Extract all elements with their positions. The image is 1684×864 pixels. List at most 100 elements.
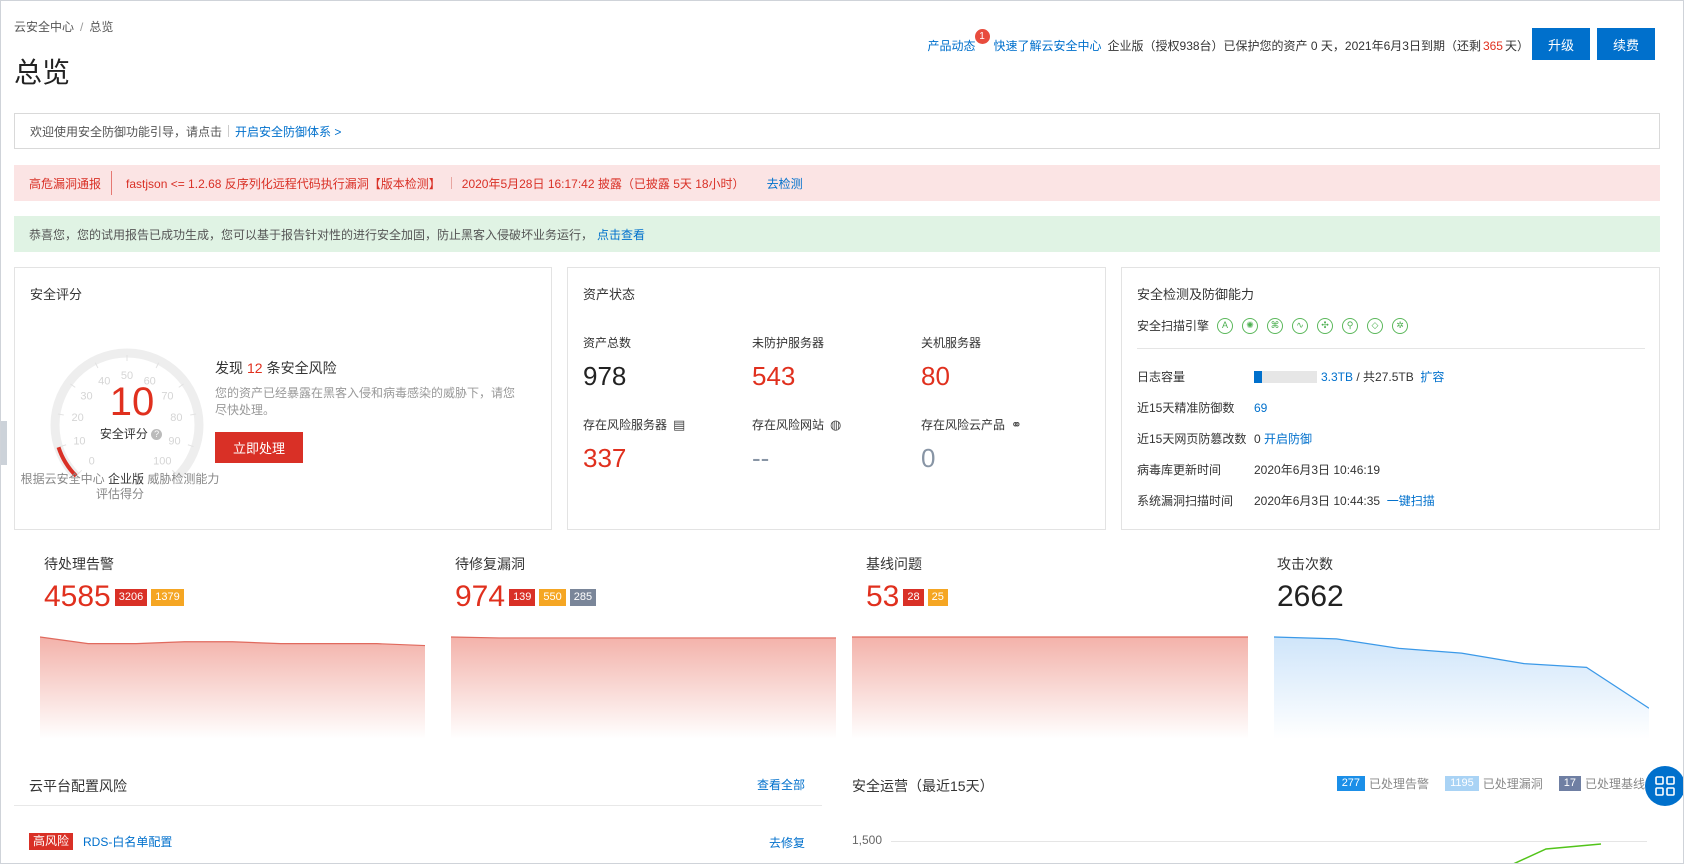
engine-icons: A ✺ ⌘ ∿ ✣ ⚲ ◇ ✲	[1217, 317, 1409, 334]
side-collapse-handle[interactable]	[1, 421, 7, 465]
asset-label: 未防护服务器	[752, 336, 825, 350]
asset-value: 0	[921, 443, 936, 473]
asset-risk-servers[interactable]: 存在风险服务器 ▤ 337	[583, 416, 685, 474]
vuln-title[interactable]: fastjson <= 1.2.68 反序列化远程代码执行漏洞【版本检测】	[126, 175, 441, 192]
asset-risk-cloud[interactable]: 存在风险云产品 ⚭ 0	[921, 416, 1022, 474]
legend-num: 1195	[1445, 776, 1479, 791]
asset-value: 80	[921, 361, 950, 391]
legend-alerts[interactable]: 277 已处理告警	[1336, 775, 1430, 792]
stat-baseline-issues[interactable]: 基线问题 53 28 25	[866, 554, 948, 614]
config-divider	[14, 805, 822, 806]
one-click-scan-link[interactable]: 一键扫描	[1387, 492, 1435, 509]
stat-value: 2662	[1277, 580, 1344, 613]
vuln-detect-link[interactable]: 去检测	[767, 175, 803, 192]
stat-label: 攻击次数	[1277, 556, 1333, 572]
stat-value: 53	[866, 580, 900, 613]
asset-shutdown[interactable]: 关机服务器 80	[921, 334, 981, 392]
gauge-tick-label: 100	[153, 455, 171, 467]
ops-y-tick: 1,500	[852, 833, 883, 847]
score-label-wrap: 安全评分 ?	[81, 425, 181, 442]
asset-label: 资产总数	[583, 336, 632, 350]
asset-label-wrap: 存在风险服务器 ▤	[583, 416, 685, 433]
config-item-name[interactable]: RDS-白名单配置	[83, 833, 172, 850]
severity-tag-medium: 1379	[151, 588, 184, 606]
baseline-sparkline-area	[852, 637, 1248, 739]
virus-icon[interactable]: ✺	[1242, 317, 1259, 334]
open-defense-link[interactable]: 开启安全防御体系 >	[235, 123, 341, 140]
guide-bar: 欢迎使用安全防御功能引导，请点击 开启安全防御体系 >	[14, 113, 1660, 149]
page: 云安全中心 / 总览 总览 产品动态 1 快速了解云安全中心 企业版（授权938台）已…	[0, 0, 1684, 864]
config-risk-title: 云平台配置风险	[29, 778, 127, 794]
vuln-alert-bar: 高危漏洞通报 fastjson <= 1.2.68 反序列化远程代码执行漏洞【版…	[14, 165, 1660, 201]
risk-level-badge: 高风险	[29, 833, 74, 850]
product-news-link[interactable]: 产品动态 1	[927, 29, 990, 54]
vulns-sparkline-area	[451, 637, 836, 739]
tamper-value: 0	[1254, 431, 1261, 446]
foot-line2: 评估得分	[95, 487, 144, 501]
risk-suffix: 条安全风险	[266, 360, 337, 376]
gauge-tick-label: 0	[89, 455, 95, 467]
question-icon[interactable]: ?	[151, 429, 163, 441]
detection-capability-card: 安全检测及防御能力 安全扫描引擎 A ✺ ⌘ ∿ ✣ ⚲ ◇ ✲ 日志容量 3.…	[1121, 267, 1660, 530]
search-icon[interactable]: ⚲	[1342, 317, 1359, 334]
renew-button[interactable]: 续费	[1597, 28, 1655, 60]
wave-icon[interactable]: ∿	[1292, 317, 1309, 334]
stat-value: 4585	[44, 580, 111, 613]
legend-label: 已处理告警	[1369, 777, 1430, 791]
virus-label: 病毒库更新时间	[1137, 463, 1222, 477]
legend-vulns[interactable]: 1195 已处理漏洞	[1445, 775, 1543, 792]
tamper-label: 近15天网页防篡改数	[1137, 432, 1247, 446]
gauge-tick-label: 20	[71, 412, 83, 424]
bug-icon[interactable]: ⌘	[1267, 317, 1284, 334]
asset-unprotected[interactable]: 未防护服务器 543	[752, 334, 824, 392]
security-score-card: 安全评分 0 10 20 30 40 50 60 70 80 90 100 10 安全评分 ? 根据…	[14, 267, 552, 530]
view-report-link[interactable]: 点击查看	[597, 226, 645, 243]
asset-total[interactable]: 资产总数 978	[583, 334, 631, 392]
scan-value: 2020年6月3日 10:44:35	[1254, 494, 1381, 508]
view-all-link[interactable]: 查看全部	[757, 776, 805, 793]
gauge-tick-label: 30	[80, 391, 92, 403]
handle-now-button[interactable]: 立即处理	[215, 432, 303, 463]
asset-label-wrap: 存在风险云产品 ⚭	[921, 416, 1022, 433]
vuln-tag: 高危漏洞通报	[29, 176, 102, 191]
log-capacity-bar	[1254, 370, 1317, 383]
cube-icon[interactable]: ◇	[1367, 317, 1384, 334]
cluster-icon[interactable]: ✲	[1392, 317, 1409, 334]
config-risk-row[interactable]: 高风险 RDS-白名单配置	[29, 833, 172, 850]
breadcrumb: 云安全中心 / 总览	[14, 18, 113, 35]
severity-tag-medium: 550	[539, 588, 566, 606]
risk-description: 您的资产已经暴露在黑客入侵和病毒感染的威胁下，请您尽快处理。	[215, 386, 516, 417]
breadcrumb-root[interactable]: 云安全中心	[14, 20, 74, 34]
product-news-label: 产品动态	[927, 39, 976, 53]
attack-sparkline	[1274, 636, 1649, 739]
report-success-bar: 恭喜您，您的试用报告已成功生成，您可以基于报告针对性的进行安全加固，防止黑客入侵…	[14, 216, 1660, 252]
legend-baseline[interactable]: 17 已处理基线	[1558, 775, 1645, 792]
log-capacity-fill	[1254, 370, 1262, 383]
severity-tag-medium: 25	[927, 588, 948, 606]
days-suffix: 天）	[1504, 39, 1529, 53]
expand-capacity-link[interactable]: 扩容	[1420, 368, 1444, 385]
severity-tag-high: 28	[903, 588, 924, 606]
quick-intro-link[interactable]: 快速了解云安全中心	[994, 37, 1102, 54]
defense-label: 近15天精准防御数	[1137, 401, 1235, 415]
shield-a-icon[interactable]: A	[1217, 317, 1234, 334]
legend-label: 已处理基线	[1584, 777, 1645, 791]
grid-menu-button[interactable]	[1645, 766, 1683, 806]
engine-label: 安全扫描引擎	[1137, 319, 1210, 333]
stat-pending-alerts[interactable]: 待处理告警 4585 3206 1379	[44, 554, 184, 614]
stat-attack-count[interactable]: 攻击次数 2662	[1277, 554, 1344, 614]
vuln-divider	[111, 171, 113, 195]
fix-link[interactable]: 去修复	[769, 834, 805, 851]
report-text: 恭喜您，您的试用报告已成功生成，您可以基于报告针对性的进行安全加固，防止黑客入侵…	[29, 227, 594, 242]
network-icon[interactable]: ✣	[1317, 317, 1334, 334]
legend-label: 已处理漏洞	[1482, 777, 1543, 791]
defense-value[interactable]: 69	[1254, 401, 1267, 415]
upgrade-button[interactable]: 升级	[1532, 28, 1590, 60]
asset-risk-sites[interactable]: 存在风险网站 ◍ --	[752, 416, 841, 474]
virus-value: 2020年6月3日 10:46:19	[1254, 463, 1381, 477]
score-value: 10	[109, 380, 155, 424]
log-used: 3.3TB	[1321, 369, 1354, 384]
cloud-products-icon: ⚭	[1011, 416, 1022, 432]
stat-pending-vulns[interactable]: 待修复漏洞 974 139 550 285	[455, 554, 597, 614]
enable-defense-link[interactable]: 开启防御	[1264, 430, 1312, 447]
